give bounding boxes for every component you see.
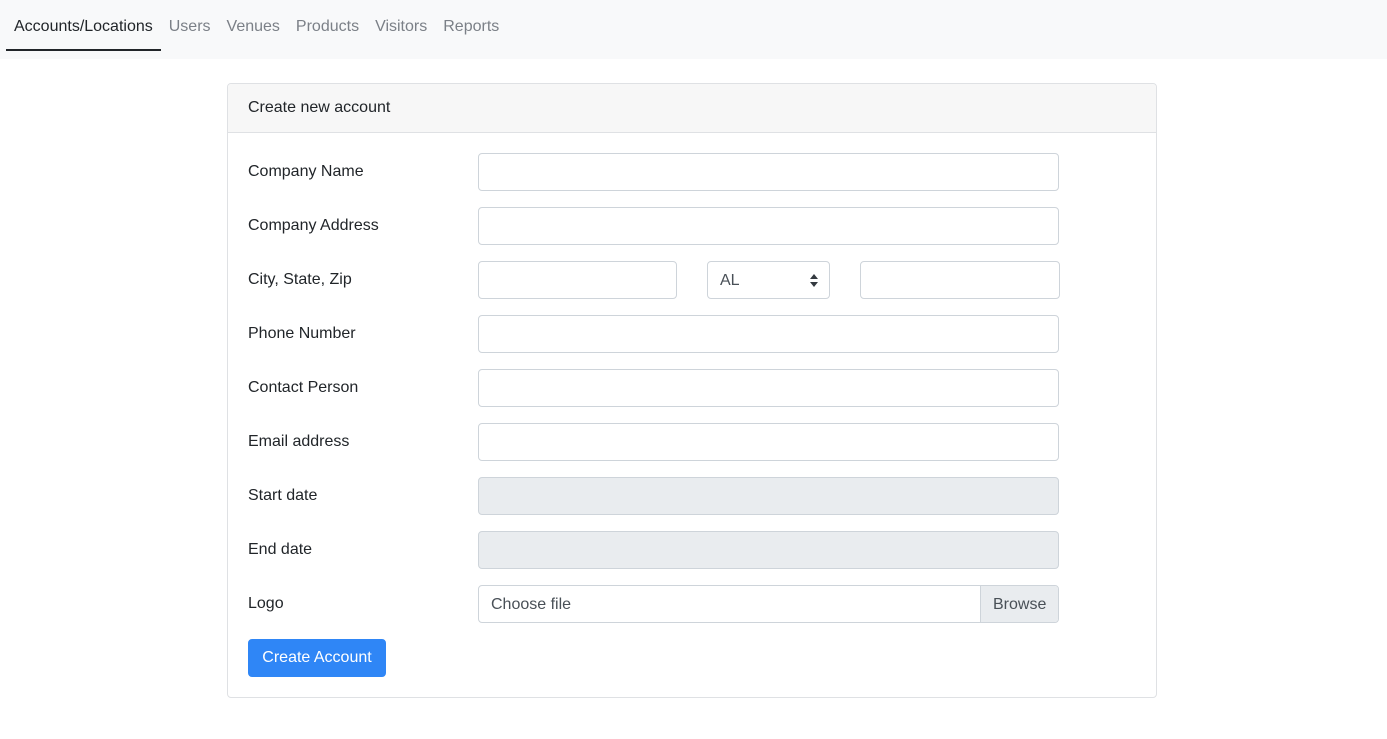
end-date-input[interactable] xyxy=(478,531,1059,569)
email-address-input[interactable] xyxy=(478,423,1059,461)
card-title: Create new account xyxy=(228,84,1156,133)
tab-users[interactable]: Users xyxy=(161,0,219,51)
browse-button[interactable]: Browse xyxy=(980,586,1058,622)
contact-person-input[interactable] xyxy=(478,369,1059,407)
email-address-label: Email address xyxy=(248,433,350,450)
company-address-label: Company Address xyxy=(248,217,379,234)
tab-venues[interactable]: Venues xyxy=(219,0,288,51)
zip-input[interactable] xyxy=(860,261,1060,299)
email-address-row: Email address xyxy=(248,423,1138,461)
select-arrows-icon xyxy=(810,274,818,287)
contact-person-label: Contact Person xyxy=(248,379,359,396)
company-name-row: Company Name xyxy=(248,153,1138,191)
logo-label: Logo xyxy=(248,595,284,612)
company-address-input[interactable] xyxy=(478,207,1059,245)
logo-row: Logo Choose file Browse xyxy=(248,585,1138,623)
create-account-card: Create new account Company Name Company … xyxy=(227,83,1157,698)
start-date-row: Start date xyxy=(248,477,1138,515)
company-name-input[interactable] xyxy=(478,153,1059,191)
tab-products[interactable]: Products xyxy=(288,0,367,51)
start-date-input[interactable] xyxy=(478,477,1059,515)
state-select-value: AL xyxy=(720,272,740,289)
end-date-label: End date xyxy=(248,541,313,558)
tab-reports[interactable]: Reports xyxy=(435,0,507,51)
tab-accounts-locations[interactable]: Accounts/Locations xyxy=(6,0,161,51)
city-state-zip-label: City, State, Zip xyxy=(248,271,352,288)
file-placeholder: Choose file xyxy=(491,596,572,613)
company-address-row: Company Address xyxy=(248,207,1138,245)
nav-tabs: Accounts/Locations Users Venues Products… xyxy=(6,0,507,51)
start-date-label: Start date xyxy=(248,487,318,504)
state-select[interactable]: AL xyxy=(707,261,830,299)
tab-visitors[interactable]: Visitors xyxy=(367,0,435,51)
phone-number-row: Phone Number xyxy=(248,315,1138,353)
phone-number-input[interactable] xyxy=(478,315,1059,353)
end-date-row: End date xyxy=(248,531,1138,569)
phone-number-label: Phone Number xyxy=(248,325,356,342)
city-state-zip-row: City, State, Zip AL xyxy=(248,261,1138,299)
top-navigation: Accounts/Locations Users Venues Products… xyxy=(0,0,1387,59)
logo-file-input[interactable]: Choose file Browse xyxy=(478,585,1059,623)
create-account-button[interactable]: Create Account xyxy=(248,639,386,677)
company-name-label: Company Name xyxy=(248,163,364,180)
contact-person-row: Contact Person xyxy=(248,369,1138,407)
city-input[interactable] xyxy=(478,261,677,299)
